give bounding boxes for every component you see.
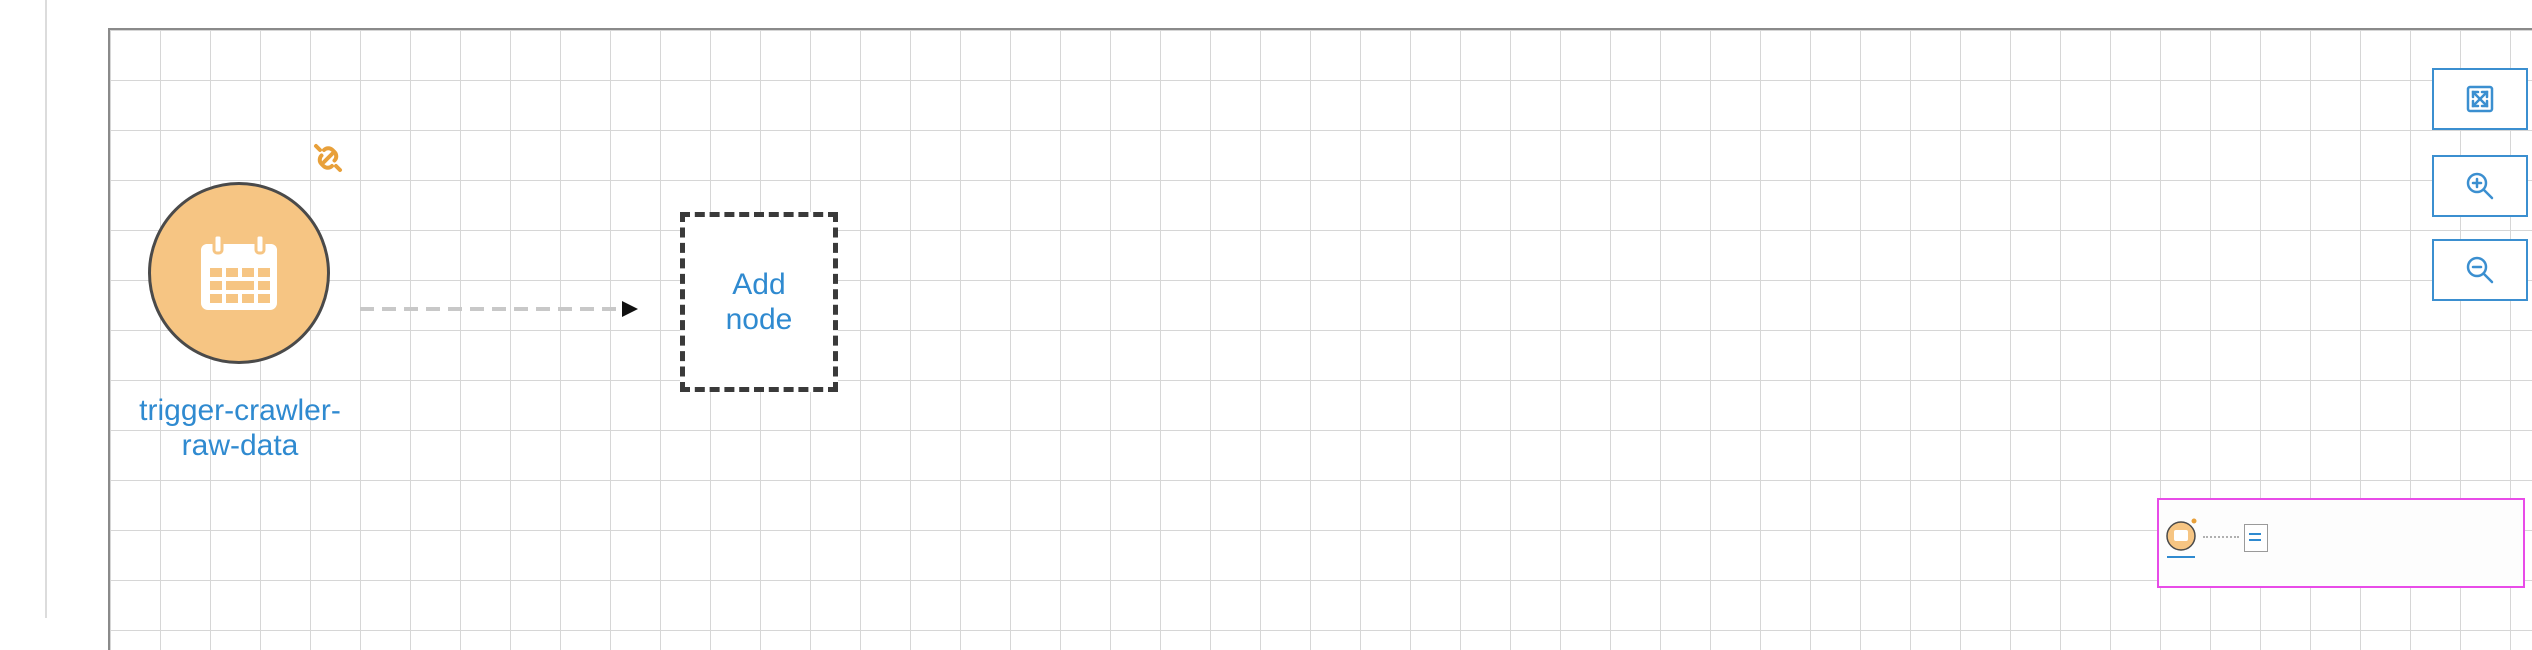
edge-arrow <box>360 301 638 317</box>
add-node-button[interactable]: Add node <box>680 212 838 392</box>
minimap-edge <box>2203 536 2239 538</box>
minimap-trigger-node <box>2166 518 2197 551</box>
fit-screen-icon <box>2466 85 2494 113</box>
zoom-in-icon <box>2466 172 2494 200</box>
zoom-out-button[interactable] <box>2432 239 2528 301</box>
minimap-add-node <box>2244 524 2268 552</box>
minimap[interactable] <box>2157 498 2525 588</box>
zoom-in-button[interactable] <box>2432 155 2528 217</box>
minimap-label-mark <box>2167 556 2195 558</box>
page-left-divider <box>45 0 47 618</box>
trigger-node-label: trigger-crawler-raw-data <box>139 394 341 462</box>
zoom-out-icon <box>2466 256 2494 284</box>
add-node-label: Add node <box>725 268 793 336</box>
link-icon[interactable] <box>310 140 346 176</box>
calendar-icon <box>201 233 277 310</box>
fit-screen-button[interactable] <box>2432 68 2528 130</box>
trigger-node[interactable] <box>148 182 330 364</box>
